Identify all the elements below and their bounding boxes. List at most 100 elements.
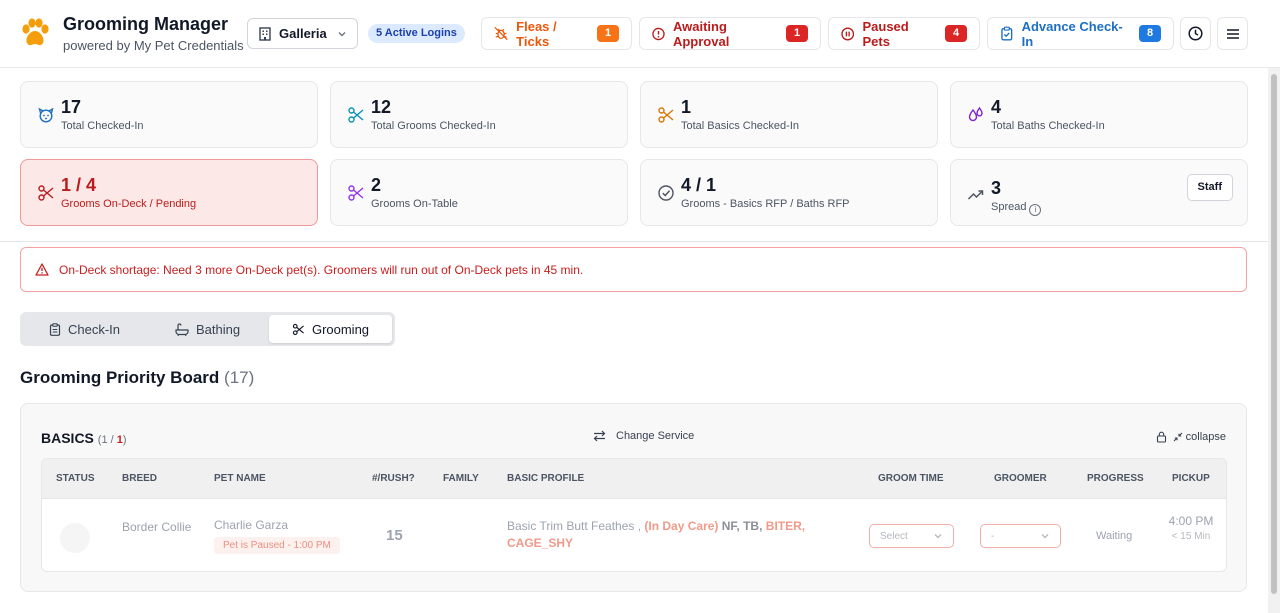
collapse-button[interactable]: collapse bbox=[1173, 431, 1226, 443]
change-service-button[interactable]: Change Service bbox=[593, 430, 694, 442]
trending-up-icon bbox=[967, 190, 984, 200]
tab-label: Grooming bbox=[311, 321, 370, 337]
awaiting-approval-count: 1 bbox=[786, 25, 808, 42]
hamburger-menu-icon bbox=[1226, 28, 1239, 39]
rush-number-cell: 15 bbox=[386, 527, 403, 544]
profile-red-tag: CAGE_SHY bbox=[507, 536, 574, 550]
tab-label: Check-In bbox=[67, 321, 121, 337]
section-divider bbox=[0, 241, 1268, 242]
history-button[interactable] bbox=[1180, 17, 1211, 50]
stat-label: Grooms - Basics RFP / Baths RFP bbox=[681, 198, 850, 210]
column-header[interactable]: BREED bbox=[122, 473, 157, 484]
scrollbar-thumb[interactable] bbox=[1271, 74, 1277, 594]
pickup-time: 4:00 PM bbox=[1168, 514, 1214, 528]
stat-label: Spread bbox=[991, 201, 1027, 213]
stat-spread[interactable]: 3 Spread i Staff bbox=[950, 159, 1248, 226]
section-title: BASICS (1 / 1) bbox=[41, 430, 127, 446]
stat-total-grooms-checked-in[interactable]: 12 Total Grooms Checked-In bbox=[330, 81, 628, 148]
column-header[interactable]: GROOM TIME bbox=[878, 473, 944, 484]
clipboard-icon bbox=[49, 322, 61, 336]
pause-circle-icon bbox=[841, 27, 855, 40]
active-logins-badge[interactable]: 5 Active Logins bbox=[368, 24, 465, 43]
droplets-icon bbox=[968, 106, 983, 122]
stat-total-baths-checked-in[interactable]: 4 Total Baths Checked-In bbox=[950, 81, 1248, 148]
warning-triangle-icon bbox=[35, 263, 49, 276]
stat-value: 1 / 4 bbox=[61, 175, 97, 195]
tab-check-in[interactable]: Check-In bbox=[23, 315, 146, 343]
stat-label: Grooms On-Table bbox=[371, 198, 458, 210]
vertical-scrollbar[interactable] bbox=[1268, 68, 1280, 613]
paused-pets-button[interactable]: Paused Pets 4 bbox=[828, 17, 980, 50]
fleas-ticks-count: 1 bbox=[597, 25, 619, 42]
column-header[interactable]: #/RUSH? bbox=[372, 473, 415, 484]
location-select[interactable]: Galleria bbox=[247, 18, 358, 49]
breed-cell: Border Collie bbox=[122, 520, 192, 534]
advance-check-in-button[interactable]: Advance Check-In 8 bbox=[987, 17, 1174, 50]
app-subtitle: powered by My Pet Credentials bbox=[63, 38, 244, 53]
lock-icon[interactable] bbox=[1156, 431, 1167, 443]
stat-value: 3 bbox=[991, 178, 1002, 198]
stat-label: Total Checked-In bbox=[61, 120, 144, 132]
stat-label-row: Spread i bbox=[991, 201, 1042, 216]
table-header: STATUS BREED PET NAME #/RUSH? FAMILY BAS… bbox=[42, 459, 1226, 499]
collapse-controls: collapse bbox=[1156, 431, 1226, 443]
column-header[interactable]: BASIC PROFILE bbox=[507, 473, 584, 484]
pet-name-cell[interactable]: Charlie Garza bbox=[214, 518, 288, 532]
staff-button[interactable]: Staff bbox=[1186, 174, 1233, 201]
chevron-down-icon bbox=[934, 534, 942, 539]
awaiting-approval-button[interactable]: Awaiting Approval 1 bbox=[639, 17, 821, 50]
basics-table: STATUS BREED PET NAME #/RUSH? FAMILY BAS… bbox=[41, 458, 1227, 572]
stat-value: 4 / 1 bbox=[681, 175, 717, 195]
app-title: Grooming Manager bbox=[63, 14, 229, 34]
stat-grooms-basics-baths-rfp[interactable]: 4 / 1 Grooms - Basics RFP / Baths RFP bbox=[640, 159, 938, 226]
tab-bathing[interactable]: Bathing bbox=[146, 315, 269, 343]
groom-time-value: Select bbox=[880, 530, 908, 542]
scissors-icon bbox=[348, 185, 364, 201]
paw-logo-icon bbox=[22, 18, 49, 46]
info-icon[interactable]: i bbox=[1029, 204, 1042, 216]
groomer-select[interactable]: - bbox=[980, 524, 1061, 548]
column-header[interactable]: GROOMER bbox=[994, 473, 1047, 484]
chevron-down-icon bbox=[338, 31, 346, 36]
stat-value: 4 bbox=[991, 97, 1002, 117]
column-header[interactable]: STATUS bbox=[56, 473, 95, 484]
pickup-cell: 4:00 PM < 15 Min bbox=[1166, 513, 1216, 545]
groom-time-select[interactable]: Select bbox=[869, 524, 954, 548]
on-deck-shortage-alert: On-Deck shortage: Need 3 more On-Deck pe… bbox=[20, 247, 1247, 292]
section-count: (1 / 1) bbox=[98, 434, 127, 446]
advance-check-in-count: 8 bbox=[1139, 25, 1161, 42]
clock-icon bbox=[1188, 26, 1203, 41]
collapse-label: collapse bbox=[1185, 431, 1226, 443]
building-icon bbox=[259, 26, 271, 41]
menu-button[interactable] bbox=[1217, 17, 1248, 50]
fleas-ticks-button[interactable]: Fleas / Ticks 1 bbox=[481, 17, 632, 50]
column-header[interactable]: FAMILY bbox=[443, 473, 479, 484]
profile-tags: NF, TB, bbox=[721, 519, 763, 533]
view-tabs: Check-In Bathing Grooming bbox=[20, 312, 395, 346]
stat-total-basics-checked-in[interactable]: 1 Total Basics Checked-In bbox=[640, 81, 938, 148]
stat-grooms-on-table[interactable]: 2 Grooms On-Table bbox=[330, 159, 628, 226]
column-header[interactable]: PET NAME bbox=[214, 473, 266, 484]
section-title-text: BASICS bbox=[41, 430, 94, 446]
stat-total-checked-in[interactable]: 17 Total Checked-In bbox=[20, 81, 318, 148]
alert-text: On-Deck shortage: Need 3 more On-Deck pe… bbox=[59, 262, 584, 277]
clipboard-check-icon bbox=[1001, 26, 1013, 41]
bathtub-icon bbox=[175, 322, 189, 336]
table-row[interactable]: Border Collie Charlie Garza Pet is Pause… bbox=[42, 499, 1226, 571]
tab-grooming[interactable]: Grooming bbox=[269, 315, 392, 343]
basics-section-card: BASICS (1 / 1) Change Service collapse S… bbox=[20, 403, 1247, 592]
advance-check-in-label: Advance Check-In bbox=[1021, 18, 1123, 49]
fleas-ticks-label: Fleas / Ticks bbox=[516, 18, 557, 49]
stat-label: Total Grooms Checked-In bbox=[371, 120, 496, 132]
dog-face-icon bbox=[38, 107, 54, 123]
scissors-icon bbox=[348, 107, 364, 123]
column-header[interactable]: PICKUP bbox=[1172, 473, 1210, 484]
board-title-text: Grooming Priority Board bbox=[20, 368, 220, 387]
stat-label: Grooms On-Deck / Pending bbox=[61, 198, 197, 210]
groomer-value: - bbox=[991, 530, 995, 542]
awaiting-approval-label: Awaiting Approval bbox=[672, 18, 730, 49]
change-service-label: Change Service bbox=[616, 430, 695, 442]
stat-grooms-on-deck-pending[interactable]: 1 / 4 Grooms On-Deck / Pending bbox=[20, 159, 318, 226]
column-header[interactable]: PROGRESS bbox=[1087, 473, 1144, 484]
section-count-open: (1 / bbox=[97, 434, 117, 446]
